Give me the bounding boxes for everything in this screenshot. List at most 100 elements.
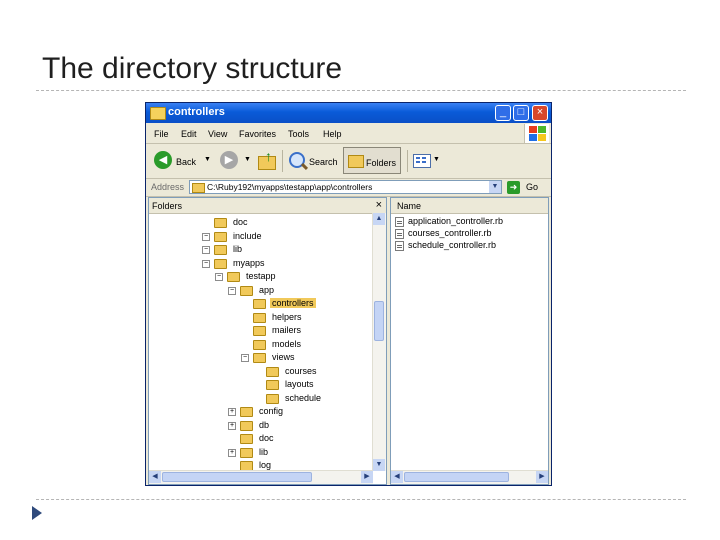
search-button-label[interactable]: Search	[309, 157, 338, 167]
horizontal-scrollbar[interactable]: ◀ ▶	[391, 470, 548, 484]
collapse-icon[interactable]: −	[215, 273, 223, 281]
menu-help[interactable]: Help	[323, 129, 342, 139]
collapse-icon[interactable]: −	[241, 354, 249, 362]
tree-item-label: testapp	[246, 271, 276, 281]
close-button[interactable]: ×	[532, 105, 548, 121]
folder-icon	[227, 272, 240, 282]
scroll-thumb[interactable]	[404, 472, 509, 482]
expand-icon[interactable]: +	[228, 448, 236, 457]
scroll-thumb[interactable]	[162, 472, 312, 482]
folder-icon	[214, 218, 227, 228]
folder-icon	[240, 407, 253, 417]
folder-icon	[253, 312, 266, 323]
up-folder-icon[interactable]: ↑	[258, 148, 276, 170]
menu-favorites[interactable]: Favorites	[239, 129, 276, 139]
folders-pane-title: Folders	[152, 201, 183, 211]
bottom-divider	[36, 499, 686, 500]
tree-item-label: controllers	[270, 298, 316, 308]
expand-icon[interactable]: +	[228, 421, 236, 430]
tree-item-label: mailers	[272, 325, 302, 335]
ruby-file-icon	[395, 217, 404, 227]
back-arrow-icon[interactable]: ◀	[154, 151, 172, 169]
folder-icon	[266, 366, 279, 377]
files-pane: Name application_controller.rb courses_c…	[390, 197, 549, 485]
collapse-icon[interactable]: −	[202, 259, 210, 268]
ruby-file-icon	[395, 241, 404, 251]
folders-icon	[348, 155, 364, 168]
tree-item-label: doc	[233, 217, 248, 227]
views-dropdown-icon[interactable]: ▼	[433, 156, 440, 163]
tree-item-label: config	[259, 406, 284, 416]
scroll-left-icon[interactable]: ◀	[391, 471, 403, 483]
tree-item-label: app	[259, 284, 275, 295]
toolbar: ◀ Back ▼ ▶ ▼ ↑ Search Folders ▼	[146, 144, 551, 179]
address-path: C:\Ruby192\myapps\testapp\app\controller…	[207, 182, 373, 192]
expand-icon[interactable]: +	[228, 408, 236, 416]
menu-file[interactable]: File	[154, 129, 169, 139]
folder-icon	[240, 285, 253, 296]
scroll-thumb[interactable]	[374, 301, 384, 341]
folders-button-label: Folders	[366, 158, 397, 168]
tree-item-label: myapps	[233, 257, 265, 268]
close-pane-icon[interactable]: ×	[376, 199, 382, 211]
address-input[interactable]: C:\Ruby192\myapps\testapp\app\controller…	[189, 180, 502, 194]
address-bar: Address C:\Ruby192\myapps\testapp\app\co…	[146, 179, 551, 197]
folder-icon	[240, 447, 253, 458]
tree-item-label: models	[272, 338, 302, 349]
toolbar-separator	[407, 150, 408, 172]
forward-dropdown-icon[interactable]: ▼	[244, 156, 251, 163]
maximize-button[interactable]: □	[513, 105, 529, 121]
folder-icon	[253, 353, 266, 363]
tree-item-label: include	[233, 230, 262, 241]
ruby-file-icon	[395, 229, 404, 239]
folder-icon	[266, 380, 279, 390]
file-name: application_controller.rb	[408, 216, 504, 226]
slide-title: The directory structure	[42, 52, 343, 85]
folder-icon	[192, 183, 205, 193]
folders-button[interactable]: Folders	[343, 147, 401, 174]
collapse-icon[interactable]: −	[202, 246, 210, 254]
minimize-button[interactable]: _	[495, 105, 511, 121]
address-dropdown-icon[interactable]: ▼	[489, 181, 501, 193]
explorer-window: controllers _ □ × File Edit View Favorit…	[145, 102, 552, 486]
tree-item-label: db	[259, 419, 270, 430]
scroll-right-icon[interactable]: ▶	[361, 471, 373, 483]
search-icon[interactable]	[289, 152, 305, 168]
scroll-right-icon[interactable]: ▶	[536, 471, 548, 483]
windows-logo-icon	[524, 124, 549, 143]
back-dropdown-icon[interactable]: ▼	[204, 156, 211, 163]
horizontal-scrollbar[interactable]: ◀ ▶	[149, 470, 373, 484]
menu-tools[interactable]: Tools	[288, 129, 309, 139]
scroll-down-icon[interactable]: ▼	[373, 459, 385, 471]
folder-icon	[214, 231, 227, 242]
go-arrow-icon[interactable]: ➜	[507, 181, 520, 194]
file-name: schedule_controller.rb	[408, 240, 497, 250]
vertical-scrollbar[interactable]: ▲ ▼	[372, 213, 386, 471]
name-column-header[interactable]: Name	[391, 198, 548, 214]
tree-item-label: layouts	[285, 379, 314, 389]
tree-item-label: courses	[285, 365, 317, 376]
go-button-label[interactable]: Go	[526, 182, 538, 192]
tree-item-label: helpers	[272, 311, 302, 322]
collapse-icon[interactable]: −	[228, 286, 236, 295]
collapse-icon[interactable]: −	[202, 232, 210, 241]
folder-icon	[214, 245, 227, 255]
menu-bar: File Edit View Favorites Tools Help	[146, 124, 551, 144]
folder-icon	[240, 420, 253, 431]
forward-arrow-icon[interactable]: ▶	[220, 151, 238, 169]
title-bar[interactable]: controllers _ □ ×	[146, 103, 551, 123]
scroll-left-icon[interactable]: ◀	[149, 471, 161, 483]
tree-item-label: views	[272, 352, 295, 362]
bullet-arrow-icon	[32, 506, 42, 520]
menu-edit[interactable]: Edit	[181, 129, 197, 139]
folder-icon	[266, 393, 279, 404]
views-icon[interactable]	[413, 154, 431, 168]
back-button-label[interactable]: Back	[176, 157, 196, 167]
folder-icon	[253, 339, 266, 350]
scroll-up-icon[interactable]: ▲	[373, 213, 385, 225]
menu-view[interactable]: View	[208, 129, 227, 139]
tree-item-label: lib	[233, 244, 243, 254]
folders-pane: Folders × doc − include − lib − myapps − testapp…	[148, 197, 387, 485]
tree-item-label: schedule	[285, 392, 322, 403]
folder-icon	[240, 434, 253, 444]
